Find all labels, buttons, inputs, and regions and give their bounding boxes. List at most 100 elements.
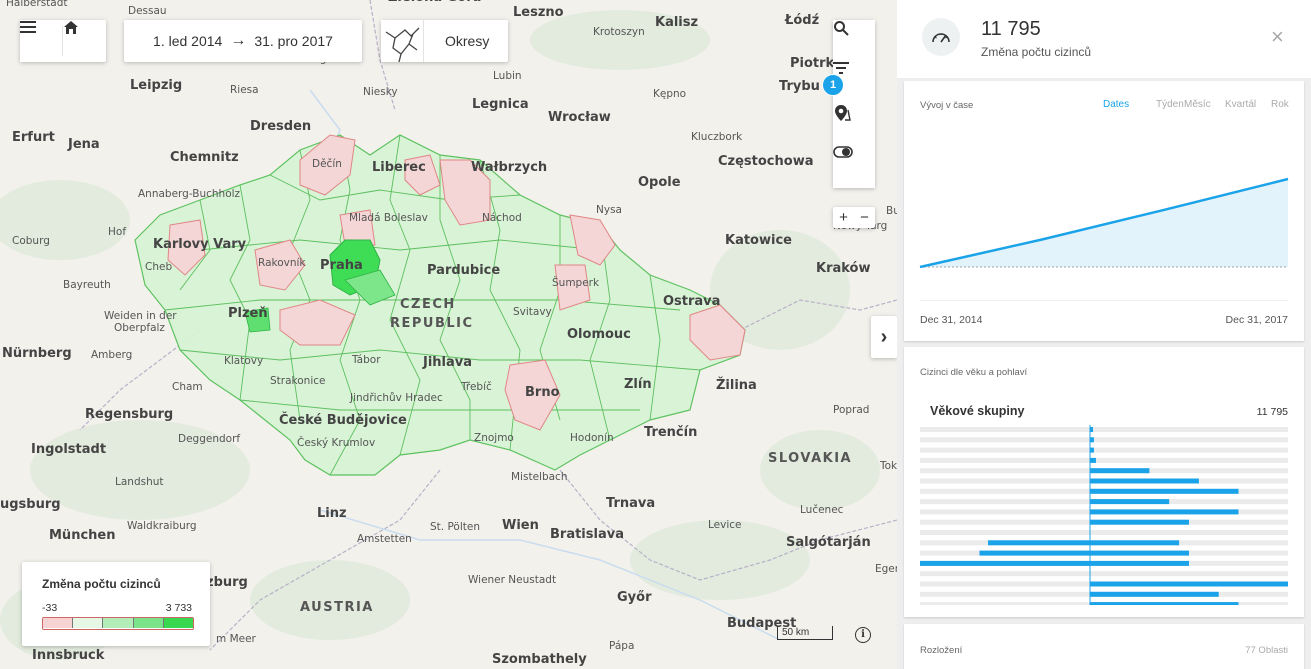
map-label-k-pno: Kępno bbox=[653, 88, 687, 100]
map-label-p-pa: Pápa bbox=[609, 640, 635, 652]
map-label-katowice: Katowice bbox=[725, 233, 792, 248]
filter-icon bbox=[833, 62, 849, 74]
x-start-label: Dec 31, 2014 bbox=[920, 314, 983, 326]
map-label-karlovy-vary: Karlovy Vary bbox=[153, 237, 247, 252]
map-label-liberec: Liberec bbox=[372, 160, 426, 175]
bar-positive bbox=[1090, 509, 1239, 515]
menu-button[interactable] bbox=[20, 20, 62, 62]
bar-negative bbox=[988, 540, 1090, 546]
map-label-innsbruck: Innsbruck bbox=[32, 648, 105, 663]
map-label-d-n: Děčín bbox=[312, 158, 342, 170]
map-label-eger: Eger bbox=[875, 563, 897, 575]
bar-positive bbox=[1090, 499, 1170, 505]
places-button[interactable] bbox=[833, 104, 875, 146]
map-label-jihlava: Jihlava bbox=[423, 355, 473, 370]
map-label-olomouc: Olomouc bbox=[567, 327, 631, 342]
map-label-weiden-in-der: Weiden in der bbox=[104, 310, 177, 322]
map-label-austria: AUSTRIA bbox=[300, 600, 374, 615]
zoom-out-button[interactable]: − bbox=[854, 207, 875, 228]
bar-positive bbox=[1090, 457, 1096, 463]
tab-rok[interactable]: Rok bbox=[1271, 99, 1289, 110]
map-label-poprad: Poprad bbox=[833, 404, 870, 416]
close-button[interactable]: × bbox=[1271, 26, 1284, 48]
map-label-kluczbork: Kluczbork bbox=[691, 131, 743, 143]
bar-positive bbox=[1090, 447, 1094, 453]
map-label-legnica: Legnica bbox=[472, 97, 529, 112]
bar-positive bbox=[1090, 602, 1239, 605]
map-label-niesky: Niesky bbox=[363, 86, 398, 98]
bar-positive bbox=[1090, 478, 1199, 484]
map-label-ostrava: Ostrava bbox=[663, 294, 721, 309]
legend-max: 3 733 bbox=[165, 602, 192, 614]
districts-map-icon bbox=[381, 20, 423, 62]
map-label-ingolstadt: Ingolstadt bbox=[31, 442, 107, 457]
search-button[interactable] bbox=[833, 20, 875, 62]
map-label--d-: Łódź bbox=[785, 13, 820, 28]
legend-swatch bbox=[162, 618, 193, 628]
bar-track bbox=[920, 457, 1288, 463]
map-label-ugsburg: ugsburg bbox=[0, 497, 61, 512]
bar-positive bbox=[1090, 591, 1219, 597]
map-label-n-chod: Náchod bbox=[482, 212, 522, 224]
map-label--umperk: Šumperk bbox=[552, 277, 600, 289]
map-label-cham: Cham bbox=[172, 381, 203, 393]
bar-positive bbox=[1090, 581, 1288, 587]
map-label-jena: Jena bbox=[68, 137, 100, 152]
layout-panel-title: Rozložení bbox=[920, 645, 963, 656]
time-panel-title: Vývoj v čase bbox=[920, 100, 974, 111]
zoom-controls: + − bbox=[833, 207, 875, 228]
map-label-hof: Hof bbox=[108, 226, 127, 238]
toggle-icon bbox=[833, 146, 853, 158]
map-label-st-p-lten: St. Pölten bbox=[430, 521, 480, 533]
bar-positive bbox=[1090, 560, 1189, 566]
map-label-znojmo: Znojmo bbox=[474, 432, 514, 444]
age-panel-subtitle: Věkové skupiny bbox=[930, 404, 1025, 418]
map-label-piotrk: Piotrk bbox=[790, 56, 835, 71]
map-label-trnava: Trnava bbox=[606, 496, 656, 511]
map-pin-icon bbox=[835, 105, 851, 121]
map-label-leipzig: Leipzig bbox=[130, 78, 183, 93]
metric-value: 11 795 bbox=[981, 18, 1041, 40]
date-range-button[interactable]: 1. led 2014 → 31. pro 2017 bbox=[124, 20, 362, 62]
map-label-amberg: Amberg bbox=[91, 349, 133, 361]
region-level-button[interactable]: Okresy bbox=[381, 20, 508, 62]
bar-negative bbox=[979, 550, 1090, 556]
map-label-wroc-aw: Wrocław bbox=[548, 110, 611, 125]
bar-track bbox=[920, 530, 1288, 535]
sidebar: 11 795 Změna počtu cizinců × Vývoj v čas… bbox=[897, 0, 1311, 669]
age-panel-title: Cizinci dle věku a pohlaví bbox=[920, 367, 1028, 378]
toggle-layer-button[interactable] bbox=[833, 146, 875, 188]
bar-positive bbox=[1090, 550, 1189, 556]
nav-card bbox=[20, 20, 106, 62]
home-button[interactable] bbox=[63, 20, 105, 62]
time-panel: Vývoj v čase Dates Týden Měsíc Kvartál Rok D… bbox=[904, 81, 1304, 341]
tab-dates[interactable]: Dates bbox=[1103, 99, 1129, 110]
tab-týden[interactable]: Týden bbox=[1156, 99, 1184, 110]
bar-track bbox=[920, 437, 1288, 443]
x-end-label: Dec 31, 2017 bbox=[1225, 314, 1288, 326]
zoom-in-button[interactable]: + bbox=[833, 207, 854, 228]
map-label-coburg: Coburg bbox=[12, 235, 50, 247]
map[interactable]: Halberstadt Dessau Zielona Góra Leszno Kalis… bbox=[0, 0, 897, 669]
map-label-czech: CZECH bbox=[400, 297, 456, 312]
tab-kvartál[interactable]: Kvartál bbox=[1225, 99, 1256, 110]
map-label-m-meer: m Meer bbox=[216, 633, 256, 645]
map-label-republic: REPUBLIC bbox=[390, 316, 474, 331]
map-label-trybu: Trybu bbox=[779, 79, 820, 94]
chevron-right-icon: › bbox=[880, 325, 888, 348]
legend-title: Změna počtu cizinců bbox=[42, 577, 161, 591]
map-label-dessau: Dessau bbox=[128, 5, 167, 17]
bar-track bbox=[920, 571, 1288, 577]
map-label-jind-ich-v-hradec: Jindřichův Hradec bbox=[350, 392, 443, 404]
date-to: 31. pro 2017 bbox=[254, 33, 333, 49]
map-label-strakonice: Strakonice bbox=[270, 375, 326, 387]
map-label-waldkraiburg: Waldkraiburg bbox=[127, 520, 197, 532]
arrow-right-icon: → bbox=[230, 32, 247, 49]
hamburger-icon bbox=[20, 21, 36, 33]
info-button[interactable]: i bbox=[855, 627, 871, 643]
map-label-mlad-boleslav: Mladá Boleslav bbox=[349, 212, 428, 224]
tab-měsíc[interactable]: Měsíc bbox=[1184, 99, 1211, 110]
map-label-brno: Brno bbox=[525, 385, 560, 400]
collapse-panel-button[interactable]: › bbox=[871, 316, 897, 358]
map-label-svitavy: Svitavy bbox=[513, 306, 552, 318]
